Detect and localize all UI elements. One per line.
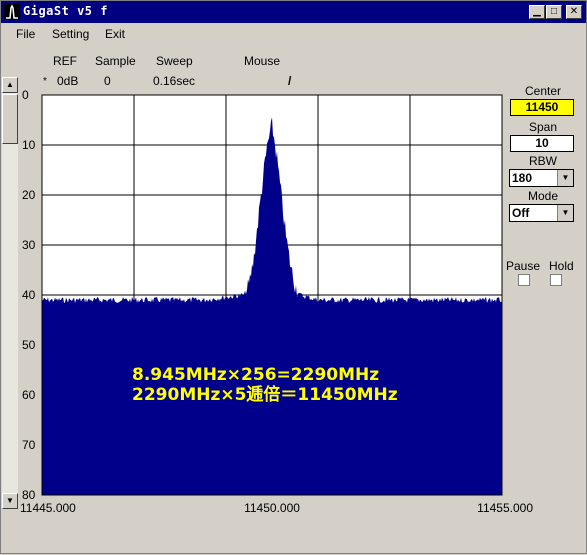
pause-label: Pause (506, 259, 541, 273)
annotation-line-2: 2290MHz×5逓倍＝11450MHz (132, 384, 398, 405)
spectrum-chart[interactable]: 0 10 20 30 40 50 60 70 80 11445.000 11450.000 1145… (1, 1, 587, 555)
chevron-down-icon: ▼ (557, 170, 573, 186)
y-tick-label: 50 (22, 338, 36, 352)
y-tick-label: 30 (22, 238, 36, 252)
rbw-value: 180 (512, 171, 533, 185)
mode-select[interactable]: Off ▼ (509, 204, 574, 222)
chevron-down-icon: ▼ (557, 205, 573, 221)
center-input[interactable]: 11450 (510, 99, 574, 116)
hold-checkbox[interactable] (550, 274, 562, 286)
mode-value: Off (512, 206, 530, 220)
mode-label: Mode (527, 189, 559, 203)
y-tick-label: 0 (22, 88, 29, 102)
y-tick-label: 80 (22, 488, 36, 502)
span-label: Span (528, 120, 558, 134)
span-input[interactable]: 10 (510, 135, 574, 152)
annotation-line-1: 8.945MHz×256=2290MHz (132, 365, 379, 385)
y-tick-label: 70 (22, 438, 36, 452)
y-tick-label: 40 (22, 288, 36, 302)
rbw-select[interactable]: 180 ▼ (509, 169, 574, 187)
y-tick-label: 60 (22, 388, 36, 402)
y-tick-label: 10 (22, 138, 36, 152)
x-tick-label: 11445.000 (20, 501, 76, 515)
x-tick-label: 11450.000 (244, 501, 300, 515)
y-tick-label: 20 (22, 188, 36, 202)
x-axis-ticks: 11445.000 11450.000 11455.000 (20, 501, 533, 515)
rbw-label: RBW (529, 154, 557, 168)
x-tick-label: 11455.000 (477, 501, 533, 515)
center-label: Center (524, 84, 562, 98)
hold-label: Hold (549, 259, 574, 273)
y-axis-ticks: 0 10 20 30 40 50 60 70 80 (22, 88, 36, 502)
app-window: GigaSt v5 f ▁ □ ✕ File Setting Exit REF … (0, 0, 587, 554)
pause-checkbox[interactable] (518, 274, 530, 286)
